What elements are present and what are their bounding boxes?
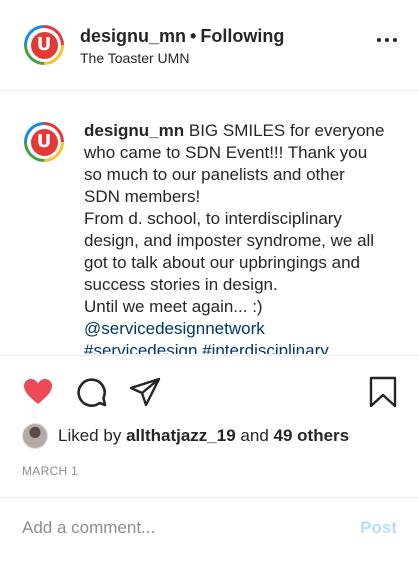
caption-line: Until we meet again... :) [84, 297, 263, 316]
caption-line: BIG SMILES for everyone [188, 121, 385, 140]
share-button[interactable] [129, 376, 161, 408]
likes-row: Liked by allthatjazz_19 and 49 others [22, 423, 349, 449]
save-button[interactable] [367, 376, 399, 408]
profile-avatar[interactable]: U [24, 25, 64, 65]
dot-icon [393, 38, 397, 42]
post-button[interactable]: Post [360, 518, 397, 538]
post-date[interactable]: MARCH 1 [22, 464, 78, 478]
following-button[interactable]: Following [200, 26, 284, 46]
caption-username-link[interactable]: designu_mn [84, 121, 184, 140]
caption-avatar[interactable]: U [24, 122, 64, 162]
and-label: and [240, 426, 269, 445]
liker-username-link[interactable]: allthatjazz_19 [126, 426, 236, 445]
likes-text: Liked by allthatjazz_19 and 49 others [58, 426, 349, 446]
bookmark-icon [369, 376, 397, 408]
liker-avatar[interactable] [22, 423, 48, 449]
caption-area: U designu_mn BIG SMILES for everyone who… [0, 92, 419, 354]
avatar-ring: U [27, 28, 61, 62]
caption-line: who came to SDN Event!!! Thank you [84, 143, 368, 162]
caption-line: From d. school, to interdisciplinary [84, 209, 342, 228]
caption-text: designu_mn BIG SMILES for everyone who c… [84, 120, 404, 354]
separator-dot: • [190, 26, 197, 46]
share-icon [129, 377, 161, 407]
heart-icon [24, 379, 52, 404]
comment-form: Post [0, 498, 419, 562]
avatar-logo: U [30, 31, 58, 59]
likes-count-link[interactable]: 49 others [274, 426, 350, 445]
more-options-icon[interactable] [377, 37, 397, 43]
avatar-ring: U [27, 125, 61, 159]
avatar-logo: U [30, 128, 58, 156]
caption-line: design, and imposter syndrome, we all [84, 231, 375, 250]
divider [0, 355, 419, 356]
action-bar [0, 370, 419, 412]
comment-icon [77, 378, 107, 407]
liked-by-label: Liked by [58, 426, 122, 445]
comment-button[interactable] [76, 376, 108, 408]
username-link[interactable]: designu_mn [80, 26, 186, 46]
dot-icon [385, 38, 389, 42]
header-line: designu_mn • Following [80, 26, 284, 47]
caption-line: so much to our panelists and other [84, 165, 345, 184]
instagram-post: U designu_mn • Following The Toaster UMN U… [0, 0, 419, 562]
caption-line: success stories in design. [84, 275, 278, 294]
location-link[interactable]: The Toaster UMN [80, 50, 189, 66]
like-button[interactable] [22, 376, 54, 408]
comment-input[interactable] [22, 516, 332, 540]
post-header: U designu_mn • Following The Toaster UMN [0, 0, 419, 91]
mention-link[interactable]: @servicedesignnetwork [84, 318, 404, 340]
caption-line: got to talk about our upbringings and [84, 253, 360, 272]
hashtag-link[interactable]: #servicedesign #interdisciplinary [84, 340, 404, 354]
caption-line: SDN members! [84, 187, 201, 206]
dot-icon [377, 38, 381, 42]
